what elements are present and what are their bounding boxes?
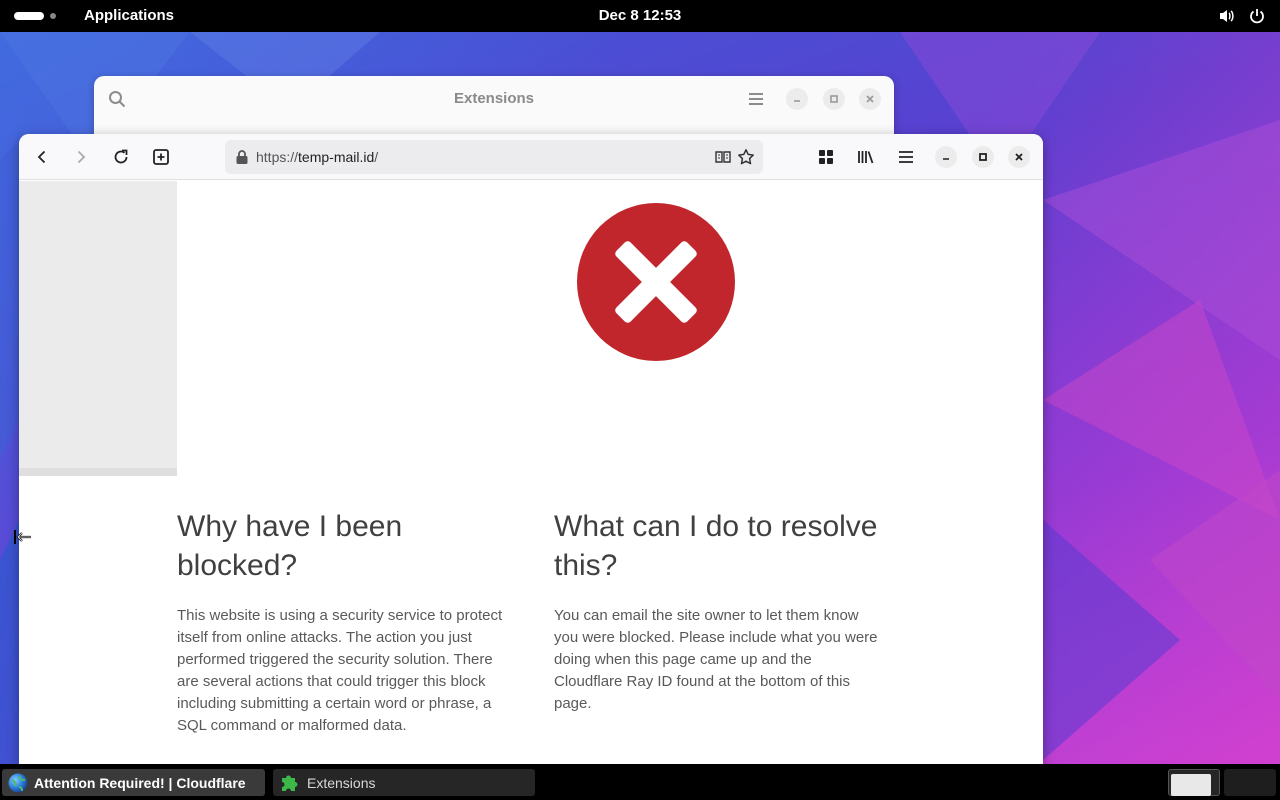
task-label: Attention Required! | Cloudflare: [34, 774, 246, 791]
reader-view-icon[interactable]: [715, 149, 731, 170]
lock-icon[interactable]: [235, 149, 249, 170]
applications-menu[interactable]: Applications: [84, 7, 174, 24]
close-icon[interactable]: [859, 88, 881, 110]
library-icon[interactable]: [855, 146, 877, 168]
workspace-window-preview: [1171, 774, 1211, 796]
extensions-title: Extensions: [453, 90, 535, 107]
puzzle-icon: [279, 772, 301, 794]
placeholder-panel: [19, 181, 177, 476]
url-path: /: [374, 149, 379, 165]
resolve-heading: What can I do to resolve this?: [554, 510, 878, 582]
page-content: Why have I been blocked? This website is…: [19, 181, 1043, 764]
task-label: Extensions: [307, 774, 376, 791]
minimize-icon[interactable]: [786, 88, 808, 110]
power-icon[interactable]: [1248, 7, 1266, 25]
extensions-grid-icon[interactable]: [815, 146, 837, 168]
browser-window[interactable]: https://temp-mail.id/ Why have I been bl…: [19, 134, 1043, 764]
back-icon[interactable]: [31, 146, 53, 168]
search-icon[interactable]: [108, 90, 126, 113]
maximize-icon[interactable]: [972, 146, 994, 168]
globe-icon: [8, 773, 28, 793]
forward-icon[interactable]: [70, 146, 92, 168]
url-text[interactable]: https://temp-mail.id/: [256, 149, 378, 165]
bookmark-star-icon[interactable]: [737, 148, 755, 171]
top-bar: Applications Dec 8 12:53: [0, 0, 1280, 32]
volume-icon[interactable]: [1218, 7, 1236, 25]
hamburger-menu-icon[interactable]: [747, 90, 765, 113]
resolve-section: What can I do to resolve this? You can e…: [554, 507, 884, 715]
resize-cursor-icon: [14, 530, 31, 544]
placeholder-panel-edge: [19, 468, 177, 476]
task-attention-required[interactable]: Attention Required! | Cloudflare: [2, 769, 265, 796]
new-tab-icon[interactable]: [150, 146, 172, 168]
resolve-text: You can email the site owner to let them…: [554, 607, 878, 712]
maximize-icon[interactable]: [823, 88, 845, 110]
workspace-pill: [14, 12, 44, 20]
task-extensions[interactable]: Extensions: [273, 769, 535, 796]
why-blocked-heading: Why have I been blocked?: [177, 510, 403, 582]
workspace-dot: [50, 13, 56, 19]
reload-icon[interactable]: [110, 146, 132, 168]
menu-icon[interactable]: [895, 146, 917, 168]
why-blocked-section: Why have I been blocked? This website is…: [177, 507, 507, 737]
workspace-2-thumbnail[interactable]: [1224, 769, 1276, 796]
system-tray[interactable]: [1218, 7, 1266, 25]
workspace-1-thumbnail[interactable]: [1168, 769, 1220, 796]
taskbar: Attention Required! | Cloudflare Extensi…: [0, 764, 1280, 800]
browser-toolbar: https://temp-mail.id/: [19, 134, 1043, 180]
close-icon[interactable]: [1008, 146, 1030, 168]
activities-indicator[interactable]: [14, 10, 60, 22]
clock[interactable]: Dec 8 12:53: [599, 7, 682, 24]
why-blocked-text: This website is using a security service…: [177, 607, 503, 734]
url-bar[interactable]: https://temp-mail.id/: [225, 140, 763, 174]
extensions-header: Extensions: [94, 76, 894, 122]
minimize-icon[interactable]: [935, 146, 957, 168]
url-host: temp-mail.id: [298, 149, 375, 165]
error-x-icon: [577, 203, 735, 361]
url-scheme: https://: [256, 149, 299, 165]
